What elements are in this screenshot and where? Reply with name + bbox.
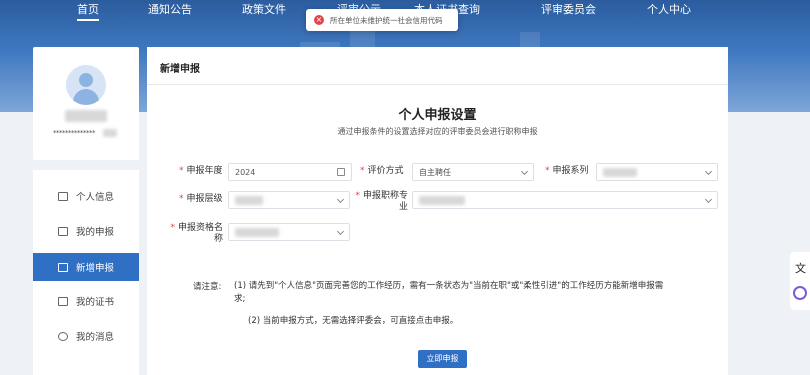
sidebar-item-new-application[interactable]: 新增申报 <box>33 253 139 281</box>
nav-policies[interactable]: 政策文件 <box>242 1 286 17</box>
certificate-icon <box>58 296 68 306</box>
qualification-select[interactable] <box>228 223 350 241</box>
masked-id: ************** <box>53 129 96 137</box>
redacted-qualification <box>235 228 279 237</box>
sidebar-item-label: 个人信息 <box>76 192 115 203</box>
chevron-down-icon <box>520 167 529 176</box>
redacted-level <box>235 196 263 205</box>
form-title: 个人申报设置 <box>398 108 477 123</box>
nav-review-committee[interactable]: 评审委员会 <box>541 1 596 17</box>
apply-now-button[interactable]: 立即申报 <box>418 350 467 368</box>
redacted-id-tail <box>103 129 117 137</box>
avatar-head <box>79 73 93 87</box>
sidebar-item-label: 我的消息 <box>76 332 115 343</box>
document-icon <box>58 226 68 236</box>
method-value: 自主聘任 <box>419 167 451 177</box>
error-toast: × 所在单位未维护统一社会信用代码 <box>306 9 458 31</box>
assistant-icon[interactable] <box>793 286 807 300</box>
level-label: * 申报层级 <box>179 194 223 204</box>
notice-item-2: (2) 当前申报方式，无需选择评委会，可直接点击申报。 <box>248 316 459 326</box>
sidebar-item-label: 我的证书 <box>76 297 115 308</box>
chevron-down-icon <box>704 167 713 176</box>
edit-icon <box>58 262 68 272</box>
sidebar-item-personal-info[interactable]: 个人信息 <box>33 182 139 210</box>
method-select[interactable]: 自主聘任 <box>412 163 534 181</box>
series-label: * 申报系列 <box>545 166 589 176</box>
floating-toolbar: 文 <box>790 252 810 310</box>
toast-message: 所在单位未维护统一社会信用代码 <box>330 15 443 25</box>
panel-header: 新增申报 <box>147 47 728 85</box>
nav-home[interactable]: 首页 <box>77 1 99 21</box>
nav-personal-center[interactable]: 个人中心 <box>647 1 691 17</box>
redacted-series <box>603 168 637 177</box>
panel-header-title: 新增申报 <box>160 64 200 75</box>
sidebar-item-my-messages[interactable]: 我的消息 <box>33 322 139 350</box>
sidebar-item-label: 我的申报 <box>76 227 115 238</box>
notice-item-1: (1) 请先到"个人信息"页面完善您的工作经历，需有一条状态为"当前在职"或"柔… <box>234 281 664 304</box>
chevron-down-icon <box>336 195 345 204</box>
form-subtitle: 通过申报条件的设置选择对应的评审委员会进行职称申报 <box>337 127 538 136</box>
major-select[interactable] <box>412 191 718 209</box>
avatar[interactable] <box>66 65 106 105</box>
main-panel: 新增申报 个人申报设置 通过申报条件的设置选择对应的评审委员会进行职称申报 * 申… <box>147 47 728 375</box>
notice-label: 请注意: <box>193 282 222 292</box>
level-select[interactable] <box>228 191 350 209</box>
error-icon: × <box>314 15 324 25</box>
id-card-icon <box>58 191 68 201</box>
avatar-body <box>73 89 99 105</box>
profile-card: ************** <box>33 47 139 160</box>
major-label: * 申报职称专业 <box>355 191 408 212</box>
year-datepicker[interactable]: 2024 <box>228 163 352 181</box>
nav-notices[interactable]: 通知公告 <box>148 1 192 17</box>
redacted-major <box>419 196 465 205</box>
qualification-label: * 申报资格名称 <box>170 223 223 244</box>
translate-icon[interactable]: 文 <box>795 260 806 276</box>
chevron-down-icon <box>704 195 713 204</box>
chevron-down-icon <box>336 227 345 236</box>
calendar-icon <box>337 168 345 176</box>
method-label: * 评价方式 <box>360 166 404 176</box>
sidebar-item-label: 新增申报 <box>76 263 115 274</box>
message-icon <box>58 331 68 341</box>
year-value: 2024 <box>235 167 256 177</box>
series-select[interactable] <box>596 163 718 181</box>
redacted-name <box>65 110 107 122</box>
sidebar-menu: 个人信息 我的申报 新增申报 我的证书 我的消息 <box>33 170 139 375</box>
sidebar-item-my-applications[interactable]: 我的申报 <box>33 217 139 245</box>
sidebar-item-my-certificates[interactable]: 我的证书 <box>33 287 139 315</box>
year-label: * 申报年度 <box>179 166 223 176</box>
